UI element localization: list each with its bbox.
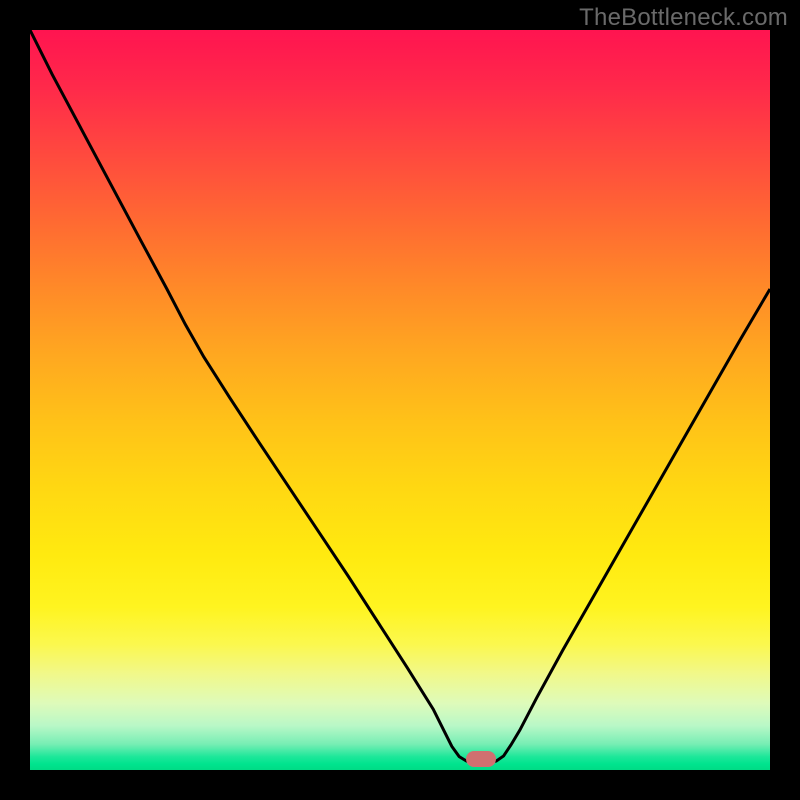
optimal-point-marker xyxy=(466,751,496,767)
bottleneck-curve xyxy=(30,30,770,770)
chart-frame: TheBottleneck.com xyxy=(0,0,800,800)
curve-path xyxy=(30,30,770,763)
watermark-text: TheBottleneck.com xyxy=(579,4,788,32)
